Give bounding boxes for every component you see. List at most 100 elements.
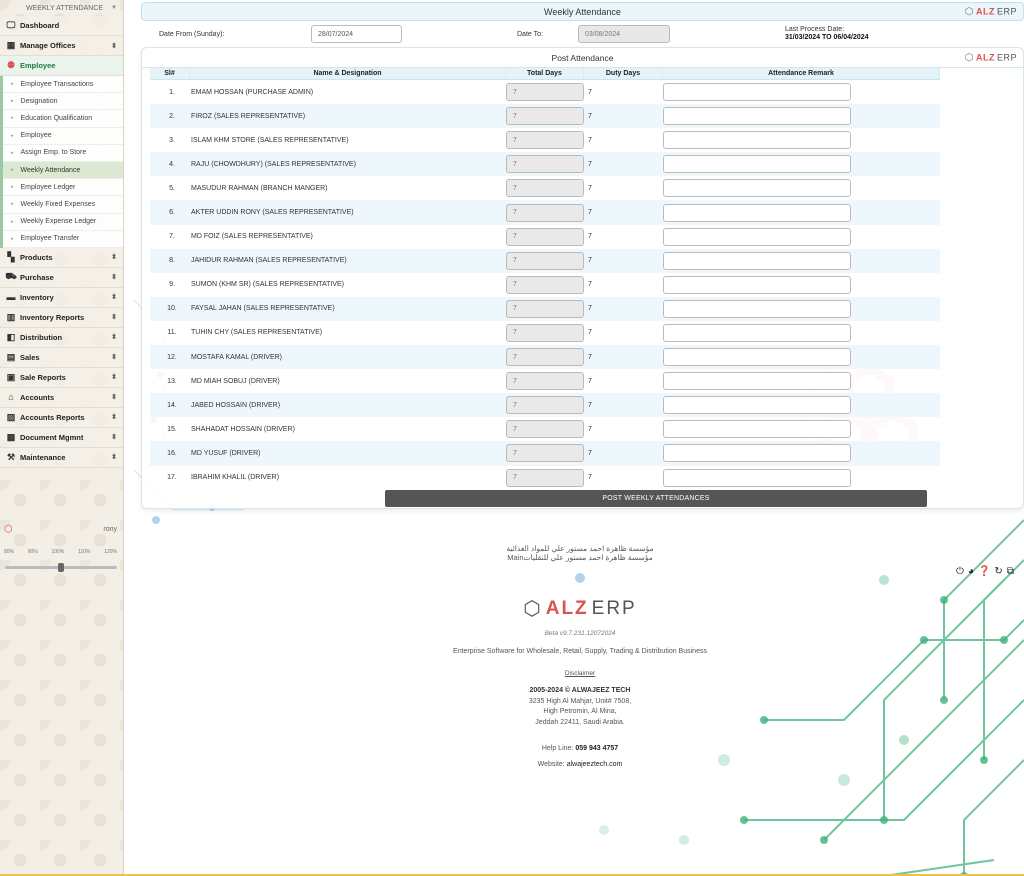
sidebar-item-sale-reports[interactable]: ▣ Sale Reports ⬍ [0, 367, 123, 388]
total-days-input[interactable]: 7 [506, 420, 584, 439]
duty-days-input[interactable]: 7 [584, 276, 661, 294]
power-icon[interactable]: ⏻ [956, 566, 964, 577]
remark-cell [663, 83, 940, 102]
attendance-remark-input[interactable] [663, 348, 851, 367]
column-header: Duty Days [584, 68, 663, 79]
sidebar-item-label: Products [20, 252, 53, 262]
attendance-remark-input[interactable] [663, 83, 851, 102]
attendance-remark-input[interactable] [663, 155, 851, 174]
submenu-employee-transfer[interactable]: ▸ Employee Transfer [3, 231, 123, 248]
zoom-slider-thumb[interactable] [58, 563, 64, 572]
sidebar-item-dashboard[interactable]: 🖵 Dashboard [0, 16, 123, 36]
attendance-remark-input[interactable] [663, 275, 851, 294]
total-days-cell: 7 [506, 155, 584, 174]
duty-days-input[interactable]: 7 [584, 204, 661, 222]
attendance-remark-input[interactable] [663, 299, 851, 318]
submenu-weekly-fixed-expenses[interactable]: ▸ Weekly Fixed Expenses [3, 196, 123, 214]
attendance-remark-input[interactable] [663, 396, 851, 415]
duty-days-input[interactable]: 7 [584, 444, 661, 462]
attendance-remark-input[interactable] [663, 107, 851, 126]
submenu-education-qualification[interactable]: ▸ Education Qualification [3, 110, 123, 128]
user-name[interactable]: rony [103, 526, 117, 533]
disclaimer-link[interactable]: Disclaimer [420, 670, 740, 677]
last-process-value: 31/03/2024 TO 06/04/2024 [785, 34, 869, 41]
total-days-input[interactable]: 7 [506, 251, 584, 270]
submenu-employee-transactions[interactable]: ▸ Employee Transactions [3, 76, 123, 94]
sales-icon: ▤ [6, 351, 16, 362]
sidebar-item-accounts-reports[interactable]: ▨ Accounts Reports ⬍ [0, 407, 123, 428]
sidebar-item-document-mgmnt[interactable]: ▩ Document Mgmnt ⬍ [0, 427, 123, 448]
total-days-input[interactable]: 7 [506, 131, 584, 150]
sidebar-item-sales[interactable]: ▤ Sales ⬍ [0, 347, 123, 368]
total-days-input[interactable]: 7 [506, 83, 584, 102]
total-days-input[interactable]: 7 [506, 179, 584, 198]
total-days-input[interactable]: 7 [506, 107, 584, 126]
duty-days-input[interactable]: 7 [584, 155, 661, 173]
sidebar-item-employee[interactable]: ⚉ Employee [0, 56, 123, 76]
sidebar-item-distribution[interactable]: ◧ Distribution ⬍ [0, 327, 123, 348]
duty-days-input[interactable]: 7 [584, 396, 661, 414]
row-name-designation: RAJU (CHOWDHURY) (SALES REPRESENTATIVE) [191, 160, 356, 168]
attendance-remark-input[interactable] [663, 203, 851, 222]
remark-cell [663, 323, 940, 342]
attendance-remark-input[interactable] [663, 227, 851, 246]
attendance-remark-input[interactable] [663, 372, 851, 391]
total-days-input[interactable]: 7 [506, 372, 584, 391]
duty-days-input[interactable]: 7 [584, 179, 661, 197]
total-days-input[interactable]: 7 [506, 468, 584, 487]
website-link[interactable]: alwajeeztech.com [567, 761, 623, 768]
duty-days-input[interactable]: 7 [584, 252, 661, 270]
date-from-input[interactable]: 28/07/2024 [311, 25, 402, 43]
total-days-input[interactable]: 7 [506, 275, 584, 294]
submenu-weekly-attendance[interactable]: ▸ Weekly Attendance [3, 161, 123, 180]
total-days-input[interactable]: 7 [506, 348, 584, 367]
sidebar-item-products[interactable]: ▚ Products ⬍ [0, 247, 123, 268]
duty-days-cell: 7 [584, 276, 663, 294]
duty-days-input[interactable]: 7 [584, 107, 661, 125]
sidebar-item-inventory-reports[interactable]: ▥ Inventory Reports ⬍ [0, 307, 123, 328]
submenu-assign-emp-to-store[interactable]: ▸ Assign Emp. to Store [3, 145, 123, 162]
submenu-employee[interactable]: ▸ Employee [3, 128, 123, 145]
sidebar-item-inventory[interactable]: ▬ Inventory ⬍ [0, 287, 123, 308]
module-select[interactable]: WEEKLY ATTENDANCE ▼ [0, 0, 123, 16]
attendance-remark-input[interactable] [663, 131, 851, 150]
duty-days-input[interactable]: 7 [584, 228, 661, 246]
attendance-remark-input[interactable] [663, 323, 851, 342]
date-to-input[interactable]: 03/08/2024 [578, 25, 670, 43]
total-days-input[interactable]: 7 [506, 444, 584, 463]
duty-days-input[interactable]: 7 [584, 420, 661, 438]
sidebar-item-purchase[interactable]: ⛟ Purchase ⬍ [0, 267, 123, 288]
attendance-remark-input[interactable] [663, 420, 851, 439]
total-days-input[interactable]: 7 [506, 155, 584, 174]
row-name-designation: JABED HOSSAIN (DRIVER) [191, 401, 281, 409]
attendance-remark-input[interactable] [663, 179, 851, 198]
total-days-input[interactable]: 7 [506, 323, 584, 342]
expand-arrows-icon: ⬍ [111, 434, 117, 442]
sidebar-item-accounts[interactable]: ⌂ Accounts ⬍ [0, 387, 123, 408]
attendance-remark-input[interactable] [663, 251, 851, 270]
submenu-designation[interactable]: ▸ Designation [3, 93, 123, 111]
total-days-input[interactable]: 7 [506, 203, 584, 222]
sidebar-item-manage-offices[interactable]: ▦ Manage Offices ⬍ [0, 36, 123, 56]
duty-days-input[interactable]: 7 [584, 324, 661, 342]
refresh-icon[interactable]: ↻ [994, 566, 1002, 577]
total-days-input[interactable]: 7 [506, 227, 584, 246]
total-days-input[interactable]: 7 [506, 299, 584, 318]
duty-days-input[interactable]: 7 [584, 300, 661, 318]
submenu-employee-ledger[interactable]: ▸ Employee Ledger [3, 179, 123, 197]
post-weekly-attendances-button[interactable]: POST WEEKLY ATTENDANCES [385, 490, 927, 507]
duty-days-input[interactable]: 7 [584, 83, 661, 101]
help-icon[interactable]: ❓ [978, 566, 990, 577]
submenu-weekly-expense-ledger[interactable]: ▸ Weekly Expense Ledger [3, 214, 123, 231]
duty-days-input[interactable]: 7 [584, 348, 661, 366]
duty-days-input[interactable]: 7 [584, 131, 661, 149]
attendance-remark-input[interactable] [663, 468, 851, 487]
sidebar-item-maintenance[interactable]: ⚒ Maintenance ⬍ [0, 447, 123, 468]
external-link-icon[interactable]: ⧉ [1007, 566, 1014, 577]
zoom-slider[interactable] [5, 563, 117, 572]
attendance-remark-input[interactable] [663, 444, 851, 463]
duty-days-input[interactable]: 7 [584, 372, 661, 390]
whatsapp-icon[interactable]: ◕ [968, 566, 974, 577]
total-days-input[interactable]: 7 [506, 396, 584, 415]
duty-days-input[interactable]: 7 [584, 469, 661, 487]
